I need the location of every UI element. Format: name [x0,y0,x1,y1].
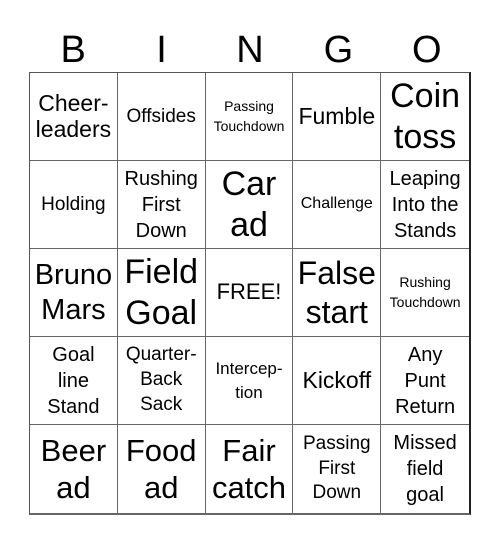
bingo-cell[interactable]: Field Goal [117,249,206,337]
bingo-cell[interactable]: False start [293,249,382,337]
header-letter-o: O [411,29,442,71]
bingo-cell[interactable]: Challenge [293,161,382,249]
bingo-cell[interactable]: Kickoff [293,337,382,425]
bingo-cell[interactable]: Holding [30,161,118,249]
bingo-board: Cheer-leaders Offsides Passing Touchdown … [29,72,471,515]
bingo-cell[interactable]: Bruno Mars [30,249,118,337]
bingo-cell[interactable]: Rushing First Down [117,161,206,249]
header-letter-i: I [156,29,167,71]
bingo-cell[interactable]: Goal line Stand [30,337,118,425]
bingo-header: B I N G O [29,28,471,72]
bingo-cell[interactable]: Beer ad [30,425,118,513]
bingo-cell[interactable]: Passing First Down [293,425,382,513]
bingo-cell[interactable]: Quarter- Back Sack [117,337,206,425]
bingo-cell[interactable]: Intercep-tion [205,337,294,425]
header-letter-b: B [60,29,86,71]
bingo-cell[interactable]: Offsides [117,73,206,161]
bingo-cell[interactable]: Leaping Into the Stands [381,161,469,249]
bingo-cell[interactable]: Rushing Touchdown [381,249,469,337]
bingo-cell[interactable]: Fumble [293,73,382,161]
free-space[interactable]: FREE! [205,249,294,337]
bingo-cell[interactable]: Passing Touchdown [205,73,294,161]
bingo-cell[interactable]: Fair catch [206,425,294,513]
bingo-cell[interactable]: Cheer-leaders [30,73,118,161]
header-letter-g: G [323,29,354,71]
bingo-cell[interactable]: Car ad [205,161,294,249]
bingo-cell[interactable]: Missed field goal [381,425,469,513]
header-letter-n: N [236,29,264,71]
bingo-cell[interactable]: Food ad [118,425,206,513]
bingo-cell[interactable]: Coin toss [381,73,469,161]
bingo-cell[interactable]: Any Punt Return [381,337,469,425]
